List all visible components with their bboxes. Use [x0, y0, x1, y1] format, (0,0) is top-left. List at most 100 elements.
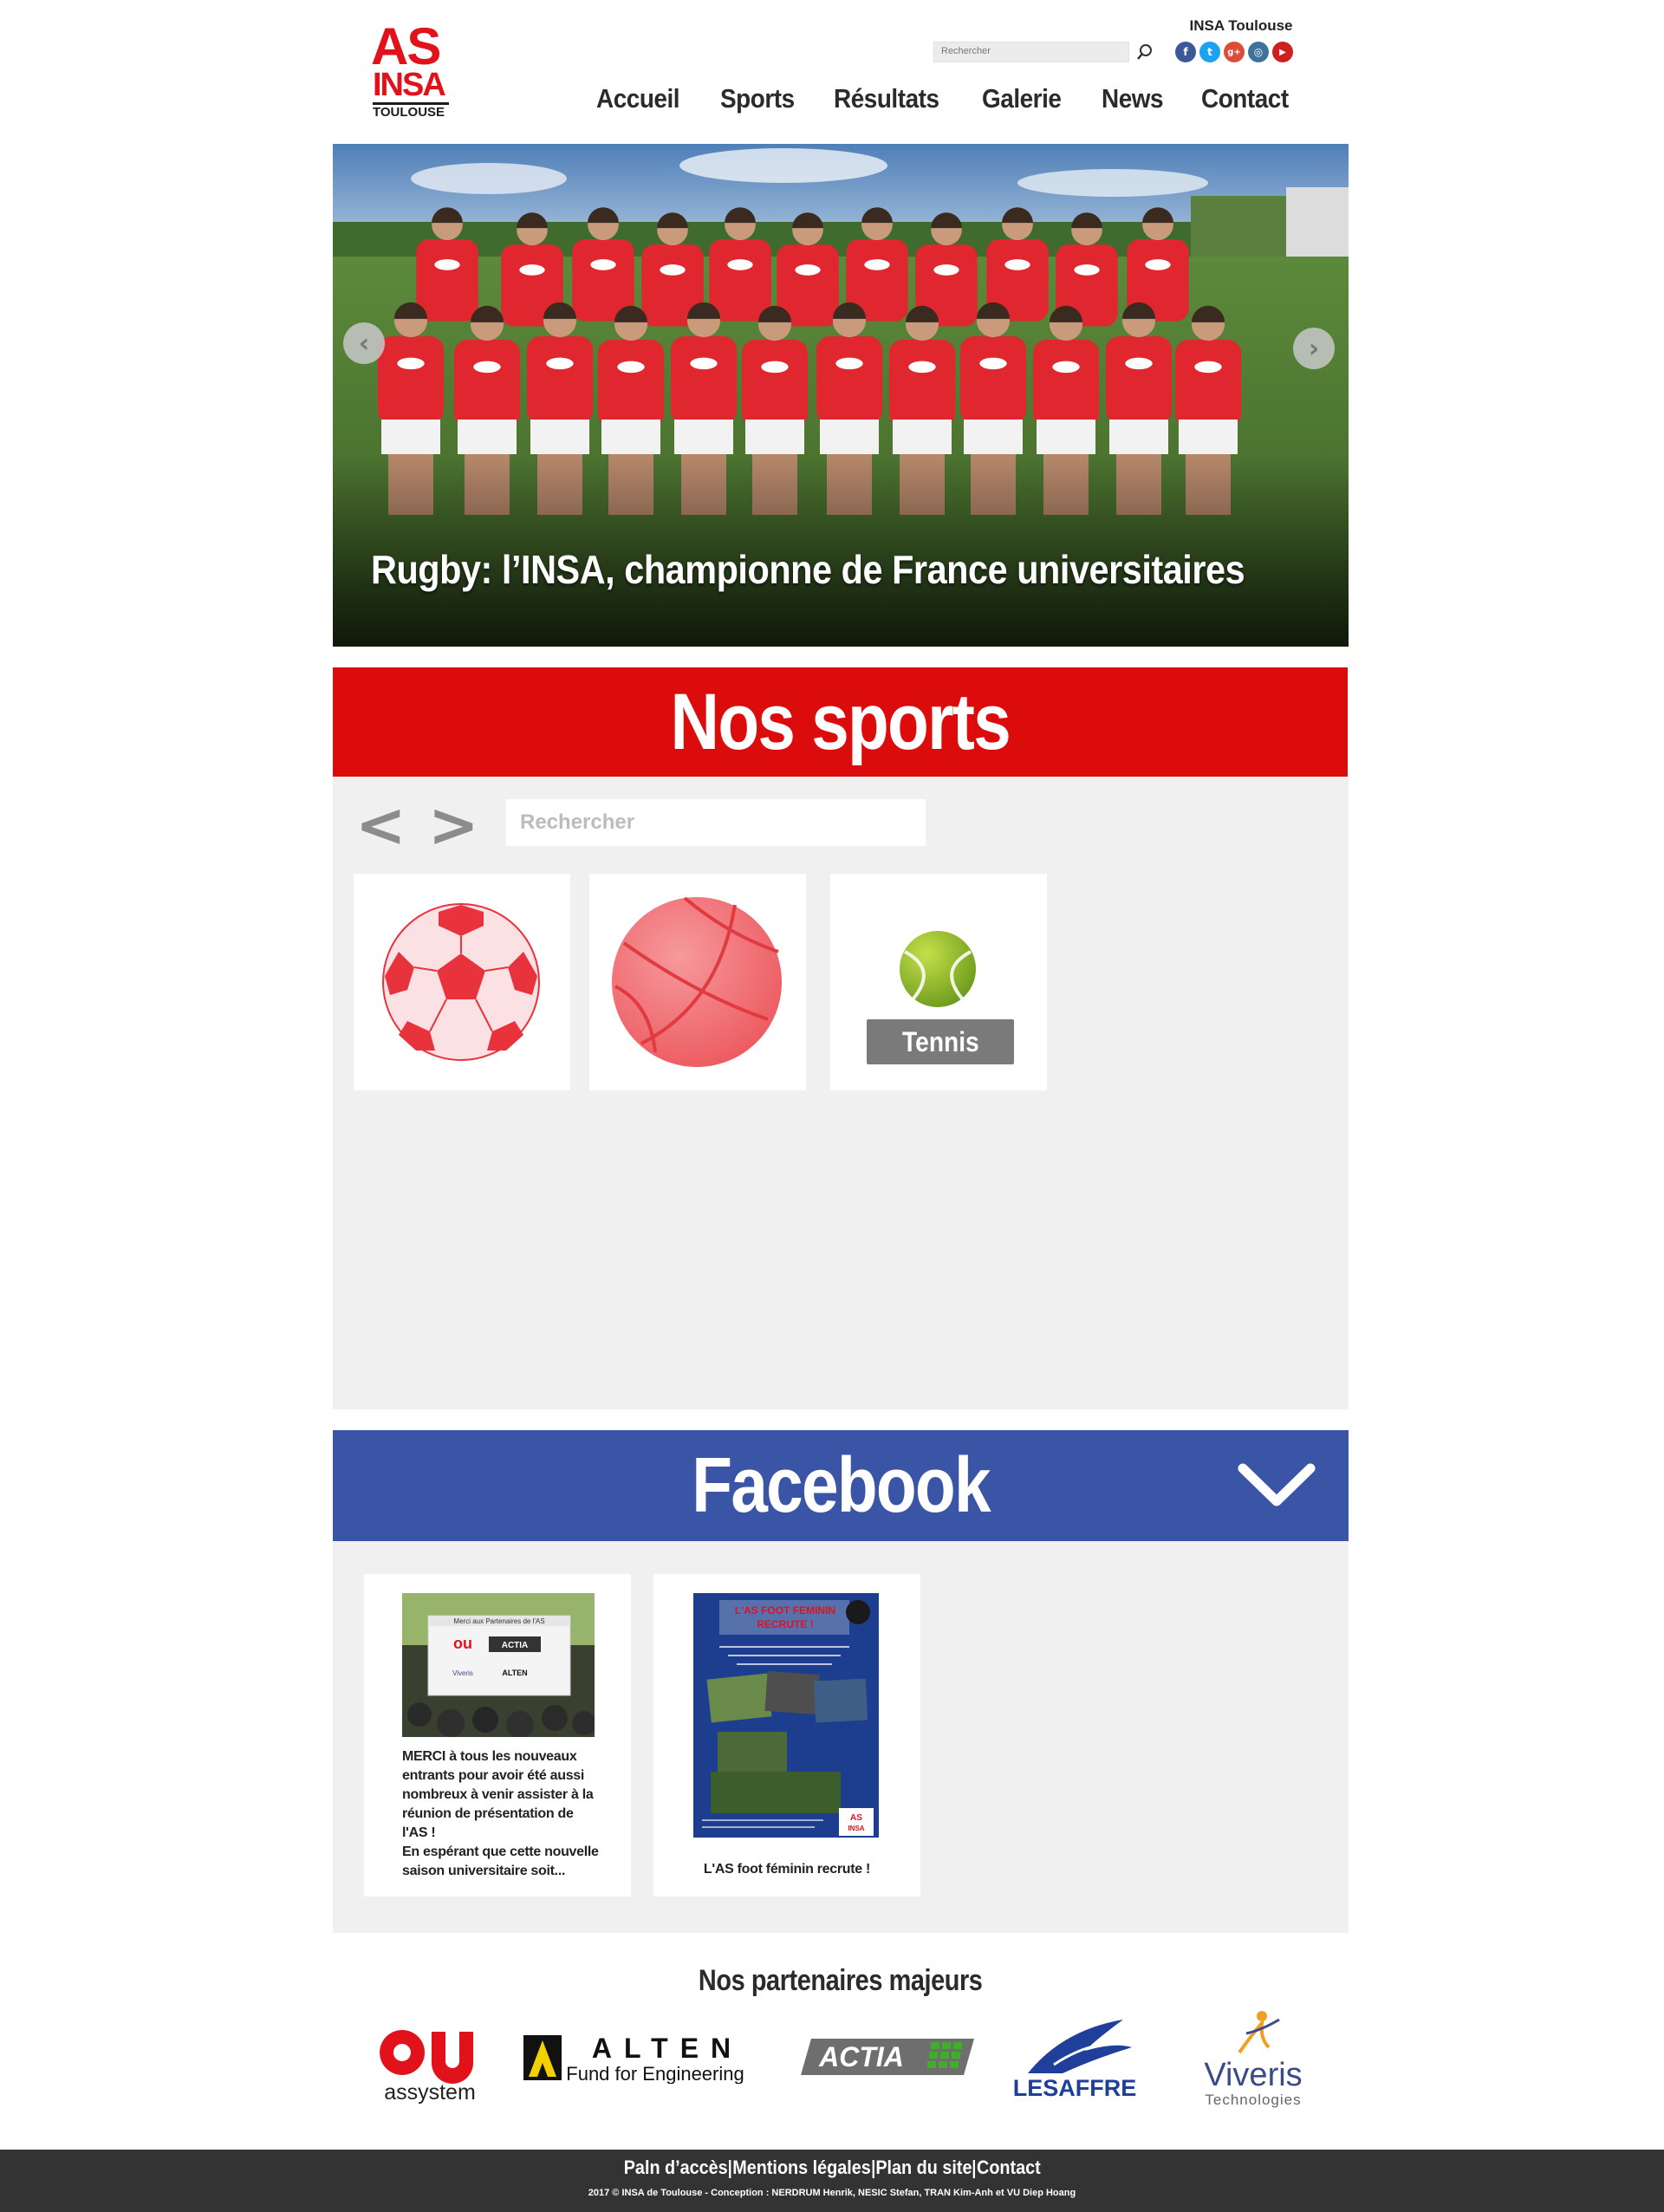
search-icon[interactable]	[1135, 42, 1154, 62]
recruitment-poster: L'AS FOOT FEMININ RECRUTE ! AS INSA	[693, 1593, 879, 1838]
facebook-post-image[interactable]: Merci aux Partenaires de l'AS ou ACTIA V…	[402, 1593, 595, 1737]
jersey-logo	[546, 357, 574, 370]
alten-text: ALTEN	[592, 2033, 743, 2064]
google-plus-icon[interactable]: g+	[1224, 42, 1245, 62]
jersey-logo	[1052, 361, 1080, 374]
hero-slider[interactable]: Rugby: l’INSA, championne de France univ…	[333, 144, 1349, 647]
partner-logo-assystem[interactable]: assystem	[371, 2020, 489, 2106]
nav-resultats[interactable]: Résultats	[834, 83, 939, 123]
jersey-logo	[473, 361, 501, 374]
banner-title-text: Merci aux Partenaires de l'AS	[453, 1617, 544, 1625]
facebook-post-image[interactable]: L'AS FOOT FEMININ RECRUTE ! AS INSA	[693, 1593, 879, 1838]
logo-as-text: AS	[371, 17, 441, 75]
sports-title: Nos sports	[670, 677, 1011, 766]
social-icons: f t g+ ◎ ▶	[1175, 42, 1293, 64]
jersey-logo	[979, 357, 1007, 370]
player-shorts	[381, 420, 440, 454]
lesaffre-text: LESAFFRE	[1013, 2075, 1137, 2101]
instagram-icon[interactable]: ◎	[1248, 42, 1269, 62]
player-jersey	[709, 239, 771, 322]
footer-links: Paln d’accès | Mentions légales | Plan d…	[0, 2157, 1664, 2179]
jersey-logo	[933, 264, 959, 276]
partner-logo-lesaffre[interactable]: LESAFFRE	[1002, 2013, 1147, 2103]
sports-panel: < > Rechercher Tennis	[333, 777, 1349, 1409]
header-search-input[interactable]: Rechercher	[933, 42, 1129, 62]
tennis-ball-icon	[900, 931, 976, 1007]
player-jersey	[959, 336, 1027, 424]
assystem-text: assystem	[384, 2080, 476, 2105]
jersey-logo	[660, 264, 686, 276]
hero-next-button[interactable]: ›	[1293, 328, 1335, 369]
sports-header: Nos sports	[333, 667, 1348, 777]
viveris-logo: Viveris Technologies	[1204, 2011, 1303, 2108]
facebook-post-card[interactable]: Merci aux Partenaires de l'AS ou ACTIA V…	[364, 1574, 631, 1896]
partner-logo-alten[interactable]: ALTEN Fund for Engineering	[523, 2032, 768, 2085]
nav-news[interactable]: News	[1102, 83, 1164, 123]
footer-copyright: 2017 © INSA de Toulouse - Conception : N…	[588, 2188, 1076, 2198]
facebook-header[interactable]: Facebook	[333, 1430, 1349, 1541]
partners-title-wrap: Nos partenaires majeurs	[333, 1964, 1349, 1998]
svg-text:ACTIA: ACTIA	[502, 1641, 529, 1650]
jersey-logo	[590, 259, 616, 270]
jersey-logo	[795, 264, 821, 276]
player-shorts	[745, 420, 804, 454]
nav-contact[interactable]: Contact	[1201, 83, 1289, 123]
jersey-logo	[1145, 259, 1171, 270]
player-jersey	[1032, 340, 1100, 427]
hero-prev-button[interactable]: ‹	[343, 322, 385, 364]
facebook-icon[interactable]: f	[1175, 42, 1196, 62]
svg-text:ou: ou	[453, 1635, 472, 1652]
hero-caption: Rugby: l’INSA, championne de France univ…	[371, 547, 1245, 592]
nav-sports[interactable]: Sports	[720, 83, 795, 123]
player-shorts	[820, 420, 879, 454]
svg-text:INSA: INSA	[848, 1825, 864, 1832]
sports-search-input[interactable]: Rechercher	[506, 799, 926, 846]
footer-link-mentions-legales[interactable]: Mentions légales	[732, 2157, 871, 2178]
jersey-logo	[1194, 361, 1222, 374]
player-shorts	[964, 420, 1023, 454]
svg-text:AS: AS	[850, 1813, 862, 1823]
player-shorts	[530, 420, 589, 454]
footer-link-plan-acces[interactable]: Paln d’accès	[624, 2157, 728, 2178]
player-shorts	[1109, 420, 1168, 454]
tennis-label: Tennis	[901, 1025, 979, 1057]
player-shorts	[893, 420, 952, 454]
main-nav: Accueil Sports Résultats Galerie News Co…	[581, 83, 1314, 123]
facebook-post-card[interactable]: L'AS FOOT FEMININ RECRUTE ! AS INSA L'AS…	[653, 1574, 920, 1896]
header-search-placeholder: Rechercher	[941, 46, 991, 56]
sports-search-placeholder: Rechercher	[520, 810, 635, 834]
nav-accueil[interactable]: Accueil	[596, 83, 680, 123]
partner-logo-viveris[interactable]: Viveris Technologies	[1179, 2004, 1324, 2111]
jersey-logo	[908, 361, 936, 374]
chevron-down-icon[interactable]	[1238, 1461, 1316, 1510]
sports-next-button[interactable]: >	[428, 795, 479, 856]
football-icon	[382, 903, 540, 1061]
site-logo[interactable]: AS INSA TOULOUSE	[371, 17, 451, 123]
twitter-icon[interactable]: t	[1199, 42, 1220, 62]
player-shorts	[1037, 420, 1095, 454]
footer: Paln d’accès | Mentions légales | Plan d…	[0, 2150, 1664, 2212]
sport-card-basketball[interactable]	[589, 874, 806, 1090]
player-jersey	[888, 340, 956, 427]
sport-card-football[interactable]	[354, 874, 570, 1090]
footer-link-plan-du-site[interactable]: Plan du site	[875, 2157, 972, 2178]
jersey-logo	[617, 361, 645, 374]
player-shorts	[674, 420, 733, 454]
sports-prev-button[interactable]: <	[355, 795, 406, 856]
jersey-logo	[1004, 259, 1030, 270]
facebook-post-text: L'AS foot féminin recrute !	[703, 1862, 871, 1877]
actia-text: ACTIA	[818, 2041, 904, 2072]
facebook-title-wrap: Facebook	[333, 1430, 1349, 1541]
nav-galerie[interactable]: Galerie	[982, 83, 1062, 123]
footer-separator: |	[870, 2157, 875, 2178]
jersey-logo	[835, 357, 863, 370]
player-jersey	[526, 336, 594, 424]
player-jersey	[816, 336, 883, 424]
youtube-icon[interactable]: ▶	[1272, 42, 1293, 62]
partners-title: Nos partenaires majeurs	[699, 1964, 983, 1997]
footer-link-contact[interactable]: Contact	[977, 2157, 1041, 2178]
sport-card-tennis[interactable]: Tennis	[830, 874, 1047, 1090]
viveris-text: Viveris	[1204, 2057, 1302, 2093]
player-shorts	[458, 420, 517, 454]
partner-logo-actia[interactable]: ACTIA	[801, 2037, 974, 2077]
